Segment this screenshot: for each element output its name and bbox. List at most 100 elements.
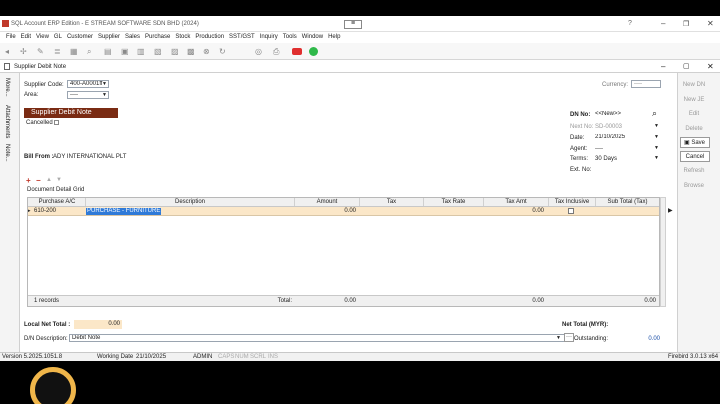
splitter-arrow-icon[interactable]: ▶ bbox=[668, 207, 673, 214]
menu-item-window[interactable]: Window bbox=[302, 32, 323, 43]
window-title: SQL Account ERP Edition - E STREAM SOFTW… bbox=[11, 21, 199, 27]
table-row[interactable]: ▸ 610-200 PURCHASE - FURNITURE 0.00 0.00 bbox=[28, 207, 659, 216]
menu-item-tools[interactable]: Tools bbox=[283, 32, 297, 43]
move-down-icon[interactable]: ▼ bbox=[56, 177, 62, 183]
dn-description-dropdown-icon[interactable]: ▼ bbox=[556, 335, 561, 341]
close-icon[interactable]: ✕ bbox=[707, 19, 714, 28]
browse-button[interactable]: Browse bbox=[680, 181, 708, 191]
supplier-dropdown-icon[interactable]: ▼ bbox=[102, 81, 107, 87]
grid-icon[interactable]: ▦ bbox=[70, 47, 78, 56]
menu-item-production[interactable]: Production bbox=[195, 32, 224, 43]
area-dropdown-icon[interactable]: ▼ bbox=[102, 92, 107, 98]
restore-icon[interactable]: ❐ bbox=[683, 20, 689, 28]
calculator-icon[interactable]: ▣ bbox=[121, 47, 129, 56]
currency-field[interactable]: ---- bbox=[631, 80, 661, 88]
col-amount[interactable]: Amount bbox=[295, 198, 359, 206]
menu-item-view[interactable]: View bbox=[36, 32, 49, 43]
bottom-dark-band bbox=[0, 361, 720, 404]
menu-item-help[interactable]: Help bbox=[328, 32, 340, 43]
outstanding-value: 0.00 bbox=[648, 336, 660, 342]
doc-restore-icon[interactable]: ▢ bbox=[683, 62, 690, 70]
col-tax[interactable]: Tax bbox=[360, 198, 423, 206]
minimize-icon[interactable]: – bbox=[661, 19, 665, 28]
dn-description-field[interactable]: Debit Note bbox=[69, 334, 565, 342]
youtube-icon[interactable] bbox=[292, 48, 302, 55]
menu-item-sales[interactable]: Sales bbox=[125, 32, 140, 43]
dn-no-field[interactable]: <<New>> bbox=[592, 110, 650, 118]
calendar-icon[interactable]: ▤ bbox=[104, 47, 112, 56]
menu-toggle-icon[interactable]: ≡ bbox=[344, 20, 362, 29]
search-doc-icon[interactable]: ⌕ bbox=[87, 47, 91, 56]
agent-dropdown-icon[interactable]: ▼ bbox=[654, 145, 659, 151]
currency-label: Currency: bbox=[602, 82, 629, 88]
refresh-icon[interactable]: ↻ bbox=[219, 47, 226, 56]
stock-icon[interactable]: ▥ bbox=[137, 47, 145, 56]
menu-item-edit[interactable]: Edit bbox=[21, 32, 31, 43]
grid-scrollbar[interactable] bbox=[660, 197, 666, 307]
save-button[interactable]: ▣ Save bbox=[680, 137, 710, 148]
menu-item-customer[interactable]: Customer bbox=[67, 32, 93, 43]
agent-value: ---- bbox=[595, 146, 603, 152]
menu-item-purchase[interactable]: Purchase bbox=[145, 32, 170, 43]
delete-button[interactable]: Delete bbox=[680, 124, 708, 134]
bill-from-label: Bill From : bbox=[24, 154, 54, 160]
cancel-icon[interactable]: ⊗ bbox=[203, 47, 210, 56]
save-disk-icon: ▣ bbox=[684, 140, 690, 146]
globe-icon[interactable]: ◎ bbox=[255, 47, 262, 56]
cash-icon[interactable]: ▧ bbox=[154, 47, 162, 56]
doc-close-icon[interactable]: ✕ bbox=[707, 62, 714, 71]
menu-item-stock[interactable]: Stock bbox=[175, 32, 190, 43]
dn-description-value: Debit Note bbox=[72, 335, 101, 341]
pin-icon[interactable]: ✢ bbox=[20, 47, 27, 56]
new-je-button[interactable]: New JE bbox=[680, 95, 708, 105]
cell-purchase-ac[interactable]: 610-200 bbox=[34, 207, 56, 215]
col-purchase-ac[interactable]: Purchase A/C bbox=[32, 198, 82, 206]
remove-row-icon[interactable]: − bbox=[36, 176, 41, 185]
dn-description-more-icon[interactable]: ··· bbox=[564, 333, 574, 342]
dn-search-icon[interactable]: ⌕ bbox=[652, 108, 657, 119]
cell-description[interactable]: PURCHASE - FURNITURE bbox=[86, 208, 162, 215]
menu-item-inquiry[interactable]: Inquiry bbox=[260, 32, 278, 43]
menu-item-file[interactable]: File bbox=[6, 32, 16, 43]
side-tab-more[interactable]: More... bbox=[3, 78, 11, 97]
side-tab-attachments[interactable]: Attachments bbox=[3, 105, 11, 138]
cell-amount[interactable]: 0.00 bbox=[295, 207, 356, 215]
back-icon[interactable]: ◂ bbox=[5, 47, 9, 56]
side-tab-note[interactable]: Note... bbox=[3, 144, 11, 162]
outstanding-label: Outstanding: bbox=[574, 336, 609, 342]
edit-button[interactable]: Edit bbox=[680, 109, 708, 119]
tax-inclusive-checkbox[interactable] bbox=[568, 208, 574, 214]
cancelled-checkbox[interactable] bbox=[54, 120, 59, 125]
col-description[interactable]: Description bbox=[86, 198, 294, 206]
local-net-total-value: 0.00 bbox=[108, 321, 120, 327]
cancel-button[interactable]: Cancel bbox=[680, 151, 710, 162]
col-tax-rate[interactable]: Tax Rate bbox=[424, 198, 483, 206]
grid-header: Purchase A/C Description Amount Tax Tax … bbox=[28, 198, 659, 207]
report-icon[interactable]: ▨ bbox=[171, 47, 179, 56]
menu-item-gl[interactable]: GL bbox=[54, 32, 62, 43]
date-dropdown-icon[interactable]: ▼ bbox=[654, 134, 659, 140]
menu-item-supplier[interactable]: Supplier bbox=[98, 32, 120, 43]
col-tax-amt[interactable]: Tax Amt bbox=[484, 198, 548, 206]
list-icon[interactable]: ≣ bbox=[54, 47, 61, 56]
next-no-dropdown-icon[interactable]: ▼ bbox=[654, 123, 659, 129]
cell-tax-amt[interactable]: 0.00 bbox=[484, 207, 544, 215]
working-date-value: 21/10/2025 bbox=[136, 354, 167, 360]
move-up-icon[interactable]: ▲ bbox=[46, 177, 52, 183]
add-row-icon[interactable]: + bbox=[26, 176, 31, 185]
refresh-button[interactable]: Refresh bbox=[680, 166, 708, 176]
doc-minimize-icon[interactable]: – bbox=[661, 62, 665, 71]
col-subtotal-tax[interactable]: Sub Total (Tax) bbox=[596, 198, 659, 206]
new-dn-button[interactable]: New DN bbox=[680, 80, 708, 90]
total-label: Total: bbox=[277, 298, 292, 304]
save-icon[interactable]: ▩ bbox=[187, 47, 195, 56]
printer-icon[interactable]: ⎙ bbox=[273, 47, 279, 56]
extno-value[interactable] bbox=[595, 166, 655, 174]
menu-item-sst-gst[interactable]: SST/GST bbox=[229, 32, 255, 43]
whatsapp-icon[interactable] bbox=[309, 47, 318, 56]
terms-dropdown-icon[interactable]: ▼ bbox=[654, 155, 659, 161]
help-icon[interactable]: ? bbox=[628, 20, 632, 27]
edit-icon[interactable]: ✎ bbox=[37, 47, 44, 56]
col-tax-inclusive[interactable]: Tax Inclusive bbox=[549, 198, 595, 206]
date-field[interactable]: 21/10/2025 bbox=[592, 133, 660, 141]
